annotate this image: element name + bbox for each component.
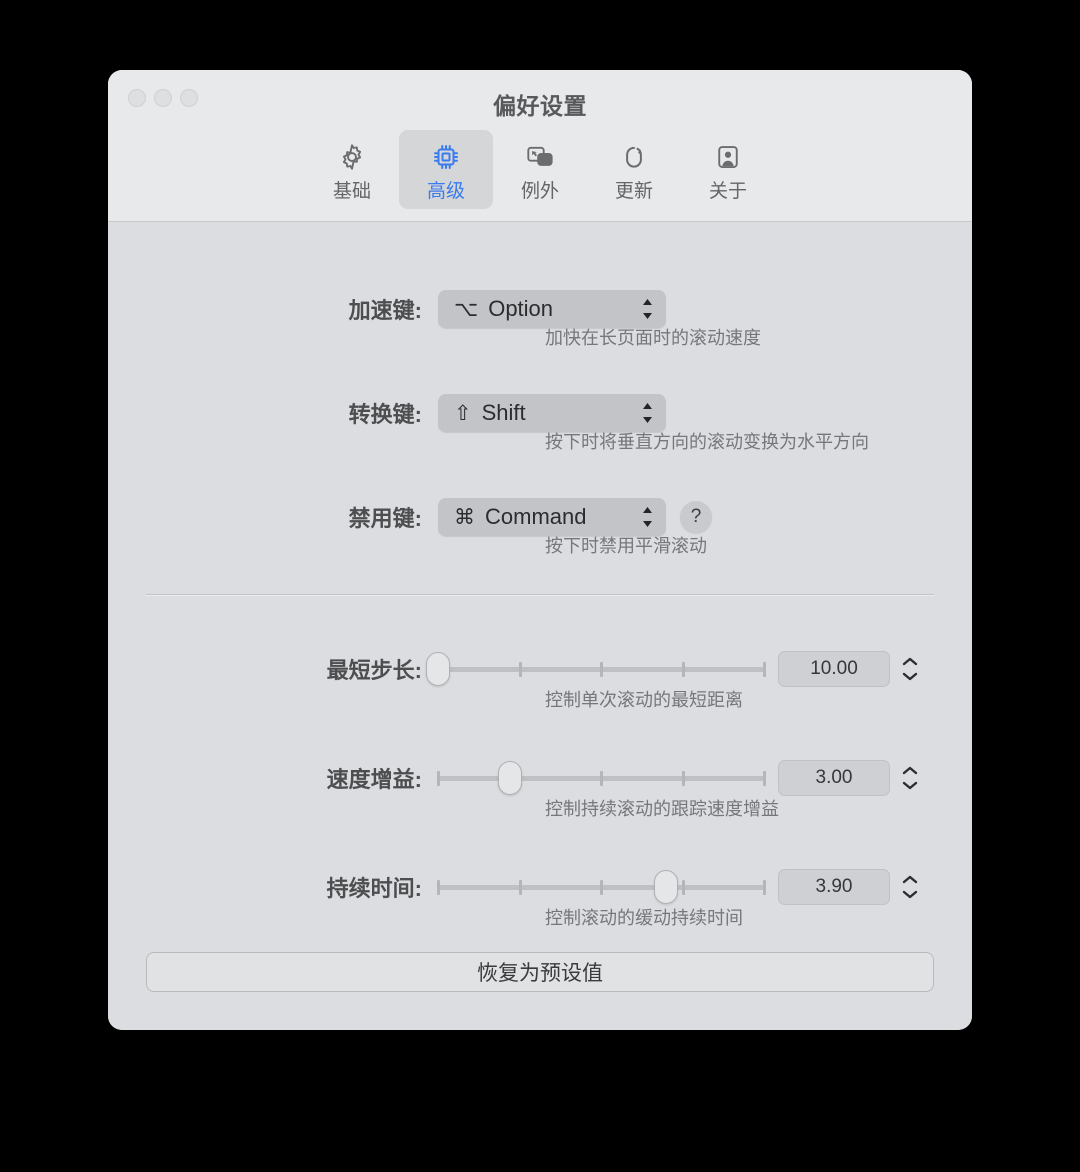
duration-label: 持续时间: [326, 876, 422, 901]
command-symbol: ⌘ [454, 505, 475, 529]
slider-tick [600, 880, 603, 895]
slider-tick [763, 662, 766, 677]
slider-thumb[interactable] [497, 761, 522, 795]
tab-about[interactable]: 关于 [681, 130, 775, 209]
tab-exceptions-label: 例外 [520, 181, 559, 202]
slider-tick [518, 662, 522, 677]
disable-key-value: Command [485, 504, 587, 529]
tab-basics-label: 基础 [332, 181, 371, 202]
shift-symbol: ⇧ [454, 401, 472, 425]
duration-value-field[interactable]: 3.90 [778, 869, 890, 905]
tab-basics[interactable]: 基础 [305, 130, 399, 209]
disable-key-label: 禁用键: [348, 506, 422, 531]
chevron-updown-icon [640, 400, 654, 426]
section-divider [146, 594, 934, 596]
slider-tick [437, 880, 440, 895]
speed-gain-stepper[interactable] [898, 759, 922, 797]
chevron-updown-icon [640, 504, 654, 530]
slider-tick [518, 880, 522, 895]
min-step-value-field[interactable]: 10.00 [778, 651, 890, 687]
min-step-slider[interactable] [426, 652, 766, 686]
convert-key-row: 转换键: ⇧ Shift [228, 394, 666, 432]
tab-advanced-label: 高级 [426, 181, 465, 202]
speed-gain-value-field[interactable]: 3.00 [778, 760, 890, 796]
min-step-stepper[interactable] [898, 650, 922, 688]
slider-tick [763, 771, 766, 786]
accelerate-key-label: 加速键: [348, 298, 422, 323]
tab-update-label: 更新 [614, 181, 653, 202]
speed-gain-slider[interactable] [437, 761, 766, 795]
slider-tick [681, 662, 685, 677]
speed-gain-row: 速度增益: 3.00 [228, 759, 922, 797]
accelerate-key-value: Option [488, 296, 554, 321]
option-symbol: ⌥ [454, 297, 479, 321]
convert-key-hint: 按下时将垂直方向的滚动变换为水平方向 [545, 432, 869, 452]
slider-tick [600, 771, 603, 786]
min-step-hint: 控制单次滚动的最短距离 [545, 690, 743, 710]
window-title: 偏好设置 [493, 93, 587, 119]
duration-hint: 控制滚动的缓动持续时间 [545, 908, 743, 928]
slider-tick [763, 880, 766, 895]
preferences-content: 加速键: ⌥ Option 加快在长页面时的滚动速度 转换键: ⇧ Shift [108, 222, 972, 1030]
slider-thumb[interactable] [654, 870, 679, 904]
slider-thumb[interactable] [426, 652, 450, 686]
duration-slider[interactable] [437, 870, 766, 904]
tab-exceptions[interactable]: 例外 [493, 130, 587, 209]
accelerate-key-hint: 加快在长页面时的滚动速度 [545, 328, 761, 348]
slider-tick [600, 662, 603, 677]
preferences-window: 偏好设置 基础 高级 例外 更新 关于 加速键: ⌥ Option 加快在长页面… [108, 70, 972, 1030]
tab-advanced[interactable]: 高级 [399, 130, 493, 209]
convert-key-value: Shift [481, 400, 526, 425]
toolbar-tabs: 基础 高级 例外 更新 关于 [108, 130, 972, 209]
slider-tick [681, 880, 685, 895]
duration-row: 持续时间: 3.90 [228, 868, 922, 906]
chevron-updown-icon [640, 296, 654, 322]
speed-gain-hint: 控制持续滚动的跟踪速度增益 [545, 799, 779, 819]
convert-key-label: 转换键: [348, 402, 422, 427]
disable-key-popup[interactable]: ⌘ Command [438, 498, 666, 536]
accelerate-key-row: 加速键: ⌥ Option [228, 290, 666, 328]
chip-icon [431, 138, 461, 176]
window-titlebar: 偏好设置 基础 高级 例外 更新 关于 [108, 70, 972, 222]
min-step-row: 最短步长: 10.00 [228, 650, 922, 688]
help-button[interactable]: ? [680, 501, 712, 533]
slider-tick [437, 771, 440, 786]
accelerate-key-popup[interactable]: ⌥ Option [438, 290, 666, 328]
reset-to-defaults-button[interactable]: 恢复为预设值 [146, 952, 934, 992]
tab-update[interactable]: 更新 [587, 130, 681, 209]
speed-gain-label: 速度增益: [326, 767, 422, 792]
refresh-loop-icon [619, 138, 649, 176]
duration-stepper[interactable] [898, 868, 922, 906]
disable-key-row: 禁用键: ⌘ Command ? [228, 498, 712, 536]
slider-tick [681, 771, 685, 786]
disable-key-hint: 按下时禁用平滑滚动 [545, 536, 707, 556]
person-card-icon [713, 138, 743, 176]
convert-key-popup[interactable]: ⇧ Shift [438, 394, 666, 432]
windows-overlap-icon [524, 138, 556, 176]
gear-icon [337, 138, 367, 176]
tab-about-label: 关于 [708, 181, 747, 202]
min-step-label: 最短步长: [326, 658, 422, 683]
